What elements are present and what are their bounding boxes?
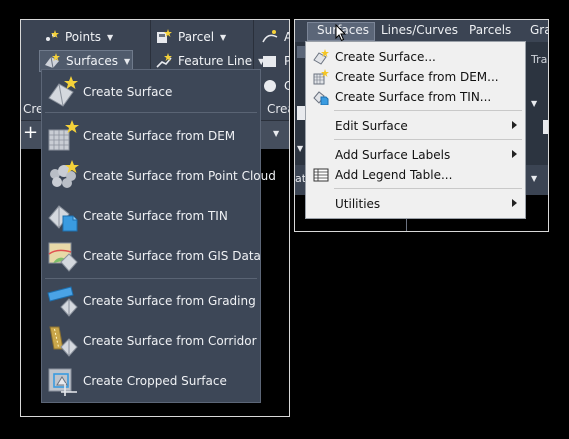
background-icon — [543, 120, 548, 134]
menu-item-label: Add Legend Table... — [335, 168, 453, 182]
menubar-item-parcels[interactable]: Parcels — [469, 23, 511, 40]
cutoff-label: P — [284, 54, 289, 68]
corridor-icon — [49, 326, 78, 357]
menu-item-label: Create Surface from TIN... — [335, 90, 492, 104]
dropdown-item-label: Create Surface from Grading — [83, 294, 256, 308]
dropdown-item-corridor[interactable]: Create Surface from Corridor — [43, 321, 259, 361]
surface-from-dem-icon — [313, 69, 329, 85]
mouse-cursor-icon — [335, 24, 347, 42]
surfaces-label: Surfaces — [66, 54, 118, 68]
menu-item-surface-from-dem[interactable]: Create Surface from DEM... — [306, 67, 525, 87]
points-icon — [46, 30, 59, 41]
plus-icon: + — [23, 122, 39, 143]
dropdown-item-grading[interactable]: Create Surface from Grading — [43, 281, 259, 321]
chevron-down-icon: ▼ — [220, 32, 227, 42]
dropdown-item-label: Create Surface — [83, 85, 173, 99]
profile-icon — [263, 56, 276, 67]
menu-separator — [334, 139, 522, 140]
menu-item-surface-from-tin[interactable]: Create Surface from TIN... — [306, 87, 525, 107]
dropdown-item-point-cloud[interactable]: Create Surface from Point Cloud — [43, 156, 276, 196]
menu-item-label: Add Surface Labels — [335, 148, 451, 162]
cutoff-label: C — [284, 79, 289, 93]
feature-line-label: Feature Line — [178, 54, 253, 68]
points-button[interactable]: Points ▼ — [43, 26, 113, 48]
menu-item-add-legend-table[interactable]: Add Legend Table... — [306, 165, 525, 185]
menu-item-label: Create Surface... — [335, 50, 436, 64]
dropdown-item-label: Create Surface from DEM — [83, 129, 236, 143]
parcel-icon — [157, 29, 172, 43]
legend-table-icon — [313, 168, 329, 182]
points-label: Points — [65, 30, 102, 44]
menu-item-add-surface-labels[interactable]: Add Surface Labels — [306, 145, 525, 165]
surfaces-dropdown-menu: Create Surface Create Surface from DEM C… — [41, 69, 276, 403]
surfaces-menu: Create Surface... Create Surface from DE… — [305, 41, 526, 219]
surface-from-tin-icon — [48, 205, 78, 232]
menu-bar: Surfaces Lines/Curves Parcels Gra — [295, 20, 548, 42]
submenu-arrow-icon — [512, 121, 517, 129]
surface-from-dem-icon — [48, 120, 79, 151]
surfaces-icon — [45, 53, 60, 69]
dropdown-item-label: Create Surface from TIN — [83, 209, 228, 223]
background-text: Trans — [531, 53, 548, 66]
menu-separator — [45, 112, 257, 113]
submenu-arrow-icon — [512, 199, 517, 207]
chevron-down-icon: ▼ — [531, 99, 538, 108]
menu-item-label: Edit Surface — [335, 119, 408, 133]
menu-item-label: Utilities — [335, 197, 381, 211]
menu-separator — [334, 188, 522, 189]
menu-item-label: Create Surface from DEM... — [335, 70, 499, 84]
alignment-icon — [262, 30, 278, 43]
dropdown-item-gis-data[interactable]: Create Surface from GIS Data — [43, 236, 261, 276]
menu-item-edit-surface[interactable]: Edit Surface — [306, 116, 525, 136]
submenu-arrow-icon — [512, 150, 517, 158]
cutoff-tool-a[interactable]: A — [262, 26, 289, 48]
ribbon-panel: Points ▼ Surfaces ▼ Parcel ▼ Feature Lin… — [20, 19, 290, 417]
surface-from-tin-icon — [313, 91, 329, 105]
cutoff-label: A — [284, 30, 289, 44]
dropdown-item-surface-from-dem[interactable]: Create Surface from DEM — [43, 116, 259, 156]
dropdown-item-cropped-surface[interactable]: Create Cropped Surface — [43, 361, 259, 401]
gis-data-icon — [48, 242, 78, 272]
dropdown-item-label: Create Surface from Corridor — [83, 334, 257, 348]
menubar-item-grading[interactable]: Gra — [530, 23, 548, 40]
dropdown-item-label: Create Surface from Point Cloud — [83, 169, 276, 183]
menubar-item-lines-curves[interactable]: Lines/Curves — [381, 23, 458, 40]
menu-separator — [45, 278, 257, 279]
menubar-panel: Surfaces Lines/Curves Parcels Gra Trans … — [294, 19, 549, 232]
panel-title-right: Crea — [267, 102, 289, 116]
dropdown-item-surface-from-tin[interactable]: Create Surface from TIN — [43, 196, 259, 236]
create-surface-icon — [48, 76, 78, 107]
parcel-label: Parcel — [178, 30, 215, 44]
dropdown-item-label: Create Cropped Surface — [83, 374, 227, 388]
menu-item-utilities[interactable]: Utilities — [306, 194, 525, 214]
parcel-button[interactable]: Parcel ▼ — [156, 26, 226, 48]
chevron-down-icon: ▼ — [531, 174, 538, 183]
cropped-surface-icon — [48, 368, 77, 396]
dropdown-item-create-surface[interactable]: Create Surface — [43, 72, 259, 112]
chevron-down-icon: ▼ — [123, 56, 131, 66]
feature-line-icon — [156, 53, 172, 68]
cutoff-tool-p[interactable]: P — [262, 50, 289, 72]
chevron-down-icon: ▼ — [297, 144, 304, 153]
chevron-down-icon: ▼ — [107, 32, 114, 42]
menu-separator — [334, 110, 522, 111]
point-cloud-icon — [50, 160, 79, 188]
dropdown-item-label: Create Surface from GIS Data — [83, 249, 261, 263]
grading-icon — [47, 286, 78, 317]
chevron-down-icon: ▼ — [273, 129, 280, 138]
create-surface-icon — [313, 49, 329, 65]
menu-item-create-surface[interactable]: Create Surface... — [306, 47, 525, 67]
corridor-icon — [264, 80, 276, 92]
cutoff-tool-c[interactable]: C — [262, 75, 289, 97]
